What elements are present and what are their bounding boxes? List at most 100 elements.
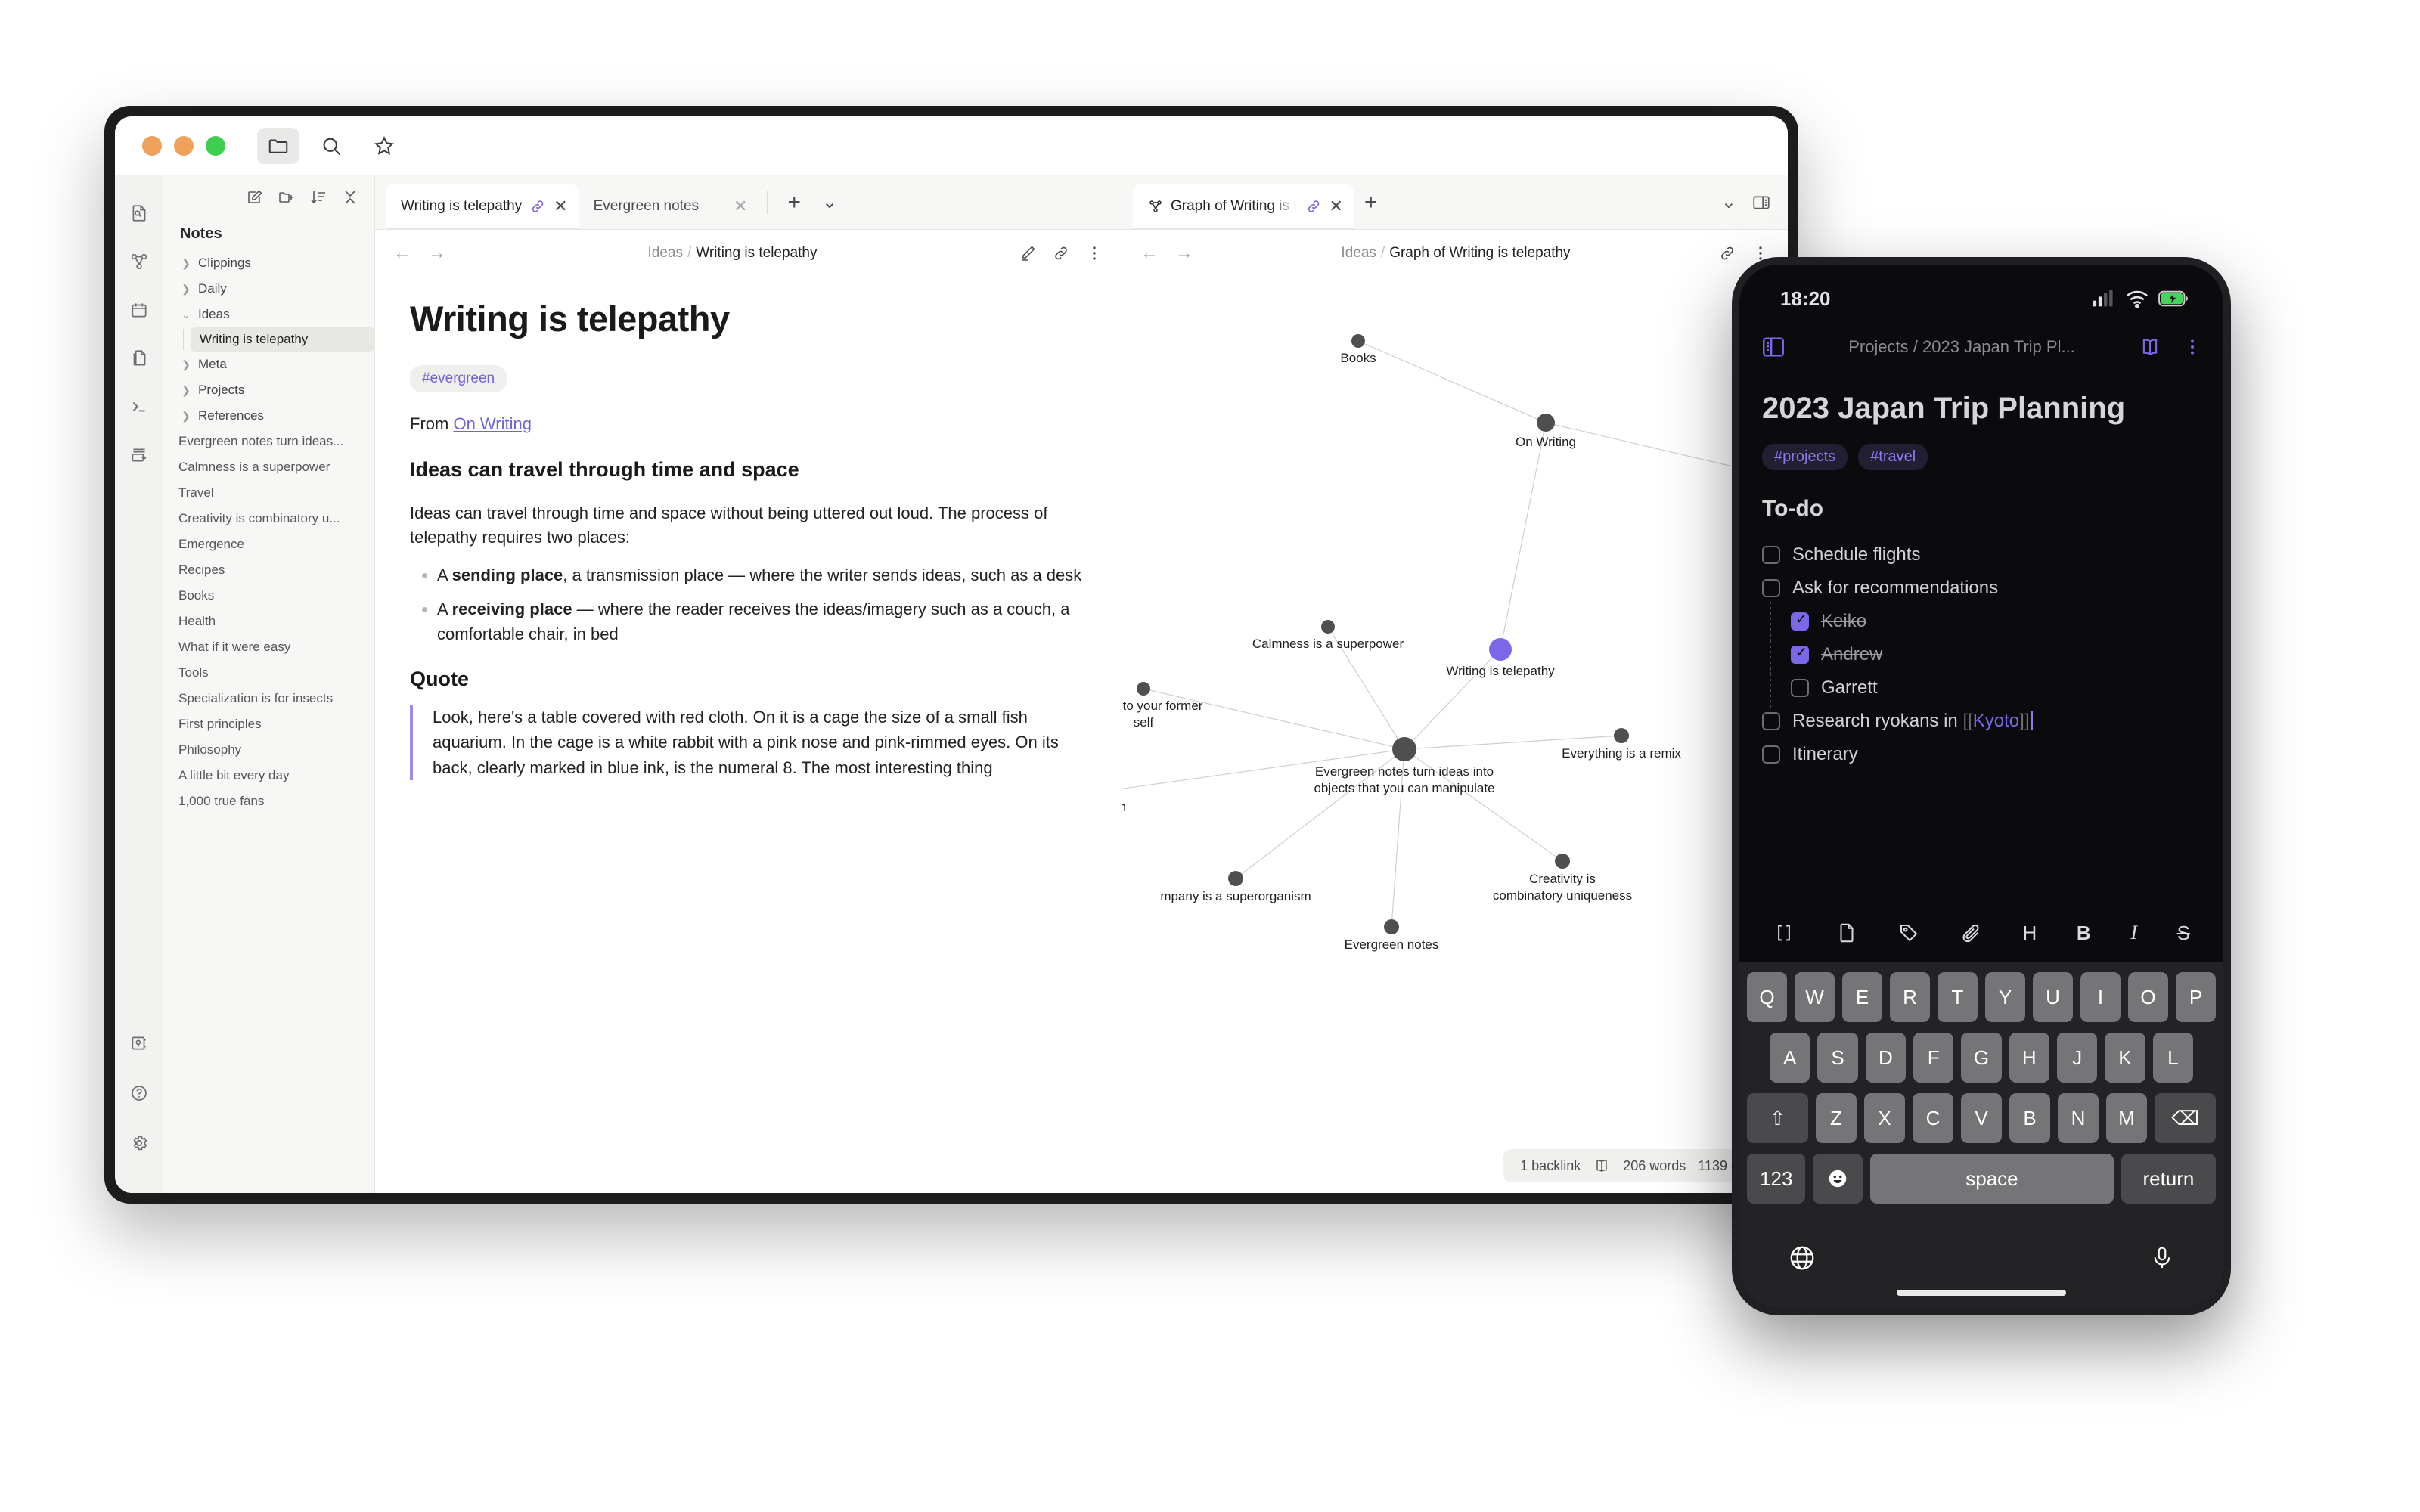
key-r[interactable]: R bbox=[1890, 972, 1930, 1022]
edit-pencil-icon[interactable] bbox=[1019, 244, 1037, 262]
link-icon[interactable] bbox=[1052, 244, 1070, 262]
tab-list-chevron-down-icon[interactable]: ⌄ bbox=[1721, 191, 1736, 213]
key-y[interactable]: Y bbox=[1985, 972, 2025, 1022]
new-note-icon[interactable] bbox=[246, 188, 264, 206]
quick-switcher-icon[interactable] bbox=[123, 197, 156, 230]
graph-svg[interactable]: Books On Writing Calmness is a superpower W… bbox=[1122, 277, 1788, 995]
shift-key[interactable]: ⇧ bbox=[1747, 1093, 1808, 1143]
vault-icon[interactable] bbox=[123, 1027, 156, 1060]
todo-item-ask-for-recommendations[interactable]: Ask for recommendations bbox=[1762, 572, 2201, 605]
search-icon[interactable] bbox=[310, 128, 352, 164]
graph-node[interactable] bbox=[1555, 854, 1570, 869]
key-a[interactable]: A bbox=[1770, 1033, 1810, 1083]
list-item[interactable]: Books bbox=[171, 583, 366, 609]
graph-canvas[interactable]: Books On Writing Calmness is a superpower W… bbox=[1122, 277, 1788, 1193]
checkbox-unchecked[interactable] bbox=[1762, 578, 1780, 597]
bold-icon[interactable]: B bbox=[2077, 922, 2091, 945]
graph-node[interactable] bbox=[1392, 737, 1416, 761]
close-tab-button[interactable]: ✕ bbox=[734, 197, 747, 216]
terminal-icon[interactable] bbox=[123, 390, 156, 423]
key-i[interactable]: I bbox=[2080, 972, 2121, 1022]
emoji-key[interactable] bbox=[1813, 1154, 1863, 1204]
tree-folder-ideas[interactable]: ⌄ Ideas bbox=[174, 302, 374, 327]
tag-evergreen[interactable]: #evergreen bbox=[410, 365, 507, 392]
list-item[interactable]: First principles bbox=[171, 711, 366, 737]
todo-item-schedule-flights[interactable]: Schedule flights bbox=[1762, 538, 2201, 572]
microphone-icon[interactable] bbox=[2149, 1244, 2175, 1272]
collapse-all-icon[interactable] bbox=[341, 188, 359, 206]
list-item[interactable]: Philosophy bbox=[171, 737, 366, 763]
checkbox-unchecked[interactable] bbox=[1762, 545, 1780, 564]
close-tab-button[interactable]: ✕ bbox=[1329, 197, 1343, 216]
calendar-icon[interactable] bbox=[123, 293, 156, 327]
key-w[interactable]: W bbox=[1795, 972, 1835, 1022]
todo-item-keiko[interactable]: Keiko bbox=[1762, 601, 2201, 641]
attach-icon[interactable] bbox=[1960, 922, 1983, 944]
breadcrumb-parent[interactable]: Ideas bbox=[1341, 245, 1376, 261]
list-item[interactable]: Evergreen notes turn ideas... bbox=[171, 429, 366, 454]
tree-file-writing-is-telepathy[interactable]: Writing is telepathy bbox=[191, 327, 374, 352]
key-z[interactable]: Z bbox=[1816, 1093, 1857, 1143]
key-h[interactable]: H bbox=[2009, 1033, 2049, 1083]
link-icon[interactable] bbox=[1718, 244, 1736, 262]
list-item[interactable]: Specialization is for insects bbox=[171, 686, 366, 711]
graph-node[interactable] bbox=[1537, 414, 1555, 432]
key-p[interactable]: P bbox=[2176, 972, 2216, 1022]
graph-view-icon[interactable] bbox=[123, 245, 156, 278]
more-options-icon[interactable] bbox=[1085, 244, 1103, 262]
graph-node[interactable] bbox=[1321, 620, 1335, 634]
tag-travel[interactable]: #travel bbox=[1858, 443, 1928, 470]
new-tab-button[interactable]: + bbox=[777, 190, 811, 215]
help-icon[interactable] bbox=[123, 1077, 156, 1110]
tab-graph-of-writing-is-telepathy[interactable]: Graph of Writing is t ✕ bbox=[1133, 184, 1354, 229]
new-folder-icon[interactable] bbox=[278, 188, 296, 206]
key-b[interactable]: B bbox=[2009, 1093, 2050, 1143]
key-e[interactable]: E bbox=[1842, 972, 1882, 1022]
forward-button[interactable]: → bbox=[428, 243, 446, 264]
internal-link-on-writing[interactable]: On Writing bbox=[453, 414, 532, 433]
list-item[interactable]: Health bbox=[171, 609, 366, 634]
minimize-window-button[interactable] bbox=[174, 135, 194, 156]
list-item[interactable]: 1,000 true fans bbox=[171, 789, 366, 814]
list-item[interactable]: Emergence bbox=[171, 531, 366, 557]
key-x[interactable]: X bbox=[1864, 1093, 1905, 1143]
list-item[interactable]: Tools bbox=[171, 660, 366, 686]
new-tab-button[interactable]: + bbox=[1354, 190, 1388, 215]
todo-item-garrett[interactable]: Garrett bbox=[1762, 668, 2201, 708]
key-o[interactable]: O bbox=[2128, 972, 2168, 1022]
checkbox-unchecked[interactable] bbox=[1762, 745, 1780, 764]
heading-icon[interactable]: H bbox=[2023, 922, 2037, 945]
toggle-right-sidebar-icon[interactable] bbox=[1751, 193, 1771, 212]
todo-item-andrew[interactable]: Andrew bbox=[1762, 634, 2201, 674]
graph-node[interactable] bbox=[1228, 871, 1243, 886]
numbers-key[interactable]: 123 bbox=[1747, 1154, 1806, 1204]
tab-writing-is-telepathy[interactable]: Writing is telepathy ✕ bbox=[386, 184, 579, 229]
graph-node[interactable] bbox=[1351, 334, 1365, 348]
new-note-icon[interactable] bbox=[1835, 922, 1858, 944]
tag-projects[interactable]: #projects bbox=[1762, 443, 1848, 470]
checkbox-checked[interactable] bbox=[1791, 611, 1809, 631]
key-l[interactable]: L bbox=[2152, 1033, 2193, 1083]
graph-node[interactable] bbox=[1614, 728, 1629, 743]
list-item[interactable]: What if it were easy bbox=[171, 634, 366, 660]
close-tab-button[interactable]: ✕ bbox=[554, 197, 567, 216]
tree-folder-references[interactable]: ❯ References bbox=[174, 403, 374, 429]
wikilink-kyoto[interactable]: Kyoto bbox=[1973, 711, 2019, 731]
graph-node[interactable] bbox=[1384, 919, 1399, 934]
breadcrumb-parent[interactable]: Ideas bbox=[648, 245, 683, 261]
space-key[interactable]: space bbox=[1870, 1154, 2114, 1204]
graph-node[interactable] bbox=[1489, 638, 1512, 661]
back-button[interactable]: ← bbox=[393, 243, 411, 264]
key-g[interactable]: G bbox=[1961, 1033, 2002, 1083]
wikilink-icon[interactable] bbox=[1773, 922, 1795, 944]
breadcrumb[interactable]: Projects / 2023 Japan Trip Pl... bbox=[1798, 337, 2125, 357]
key-d[interactable]: D bbox=[1865, 1033, 1906, 1083]
tree-folder-clippings[interactable]: ❯ Clippings bbox=[174, 250, 374, 276]
list-item[interactable]: Calmness is a superpower bbox=[171, 454, 366, 480]
list-item[interactable]: A little bit every day bbox=[171, 763, 366, 789]
list-item[interactable]: Recipes bbox=[171, 557, 366, 583]
key-q[interactable]: Q bbox=[1747, 972, 1787, 1022]
more-options-icon[interactable] bbox=[2175, 336, 2202, 358]
backspace-key[interactable]: ⌫ bbox=[2155, 1093, 2216, 1143]
key-v[interactable]: V bbox=[1961, 1093, 2002, 1143]
